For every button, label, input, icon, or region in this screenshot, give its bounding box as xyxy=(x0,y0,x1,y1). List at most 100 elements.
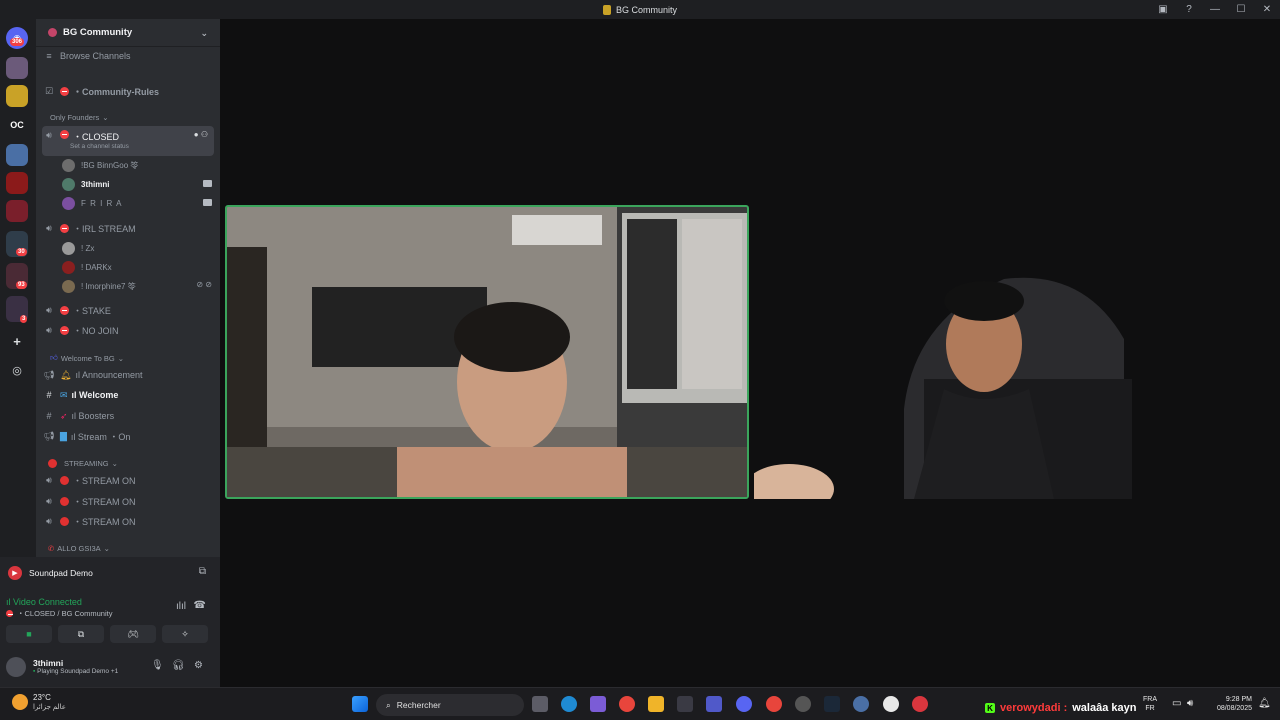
volume-icon[interactable]: 🔊︎ xyxy=(1187,698,1193,709)
network-icon[interactable]: ▭ xyxy=(1172,698,1181,709)
search-placeholder: Rechercher xyxy=(396,700,441,710)
category-label: Only Founders xyxy=(50,113,100,122)
screen-share-icon[interactable]: ⧉ xyxy=(199,566,206,577)
server-header[interactable]: BG Community ⌄ xyxy=(36,19,220,47)
soundboard-button[interactable]: ✧ xyxy=(162,625,208,643)
voice-connected-status[interactable]: ıl Video Connected xyxy=(6,597,82,607)
teams-icon[interactable] xyxy=(706,696,722,712)
disconnect-icon[interactable]: ☎ xyxy=(194,600,206,611)
maximize-button[interactable]: ☐ xyxy=(1228,4,1254,15)
settings-gear-icon[interactable]: ⚙ xyxy=(194,660,203,671)
voice-user[interactable]: 3thimni xyxy=(62,175,212,193)
notifications-icon[interactable]: 🔔︎ xyxy=(1258,698,1271,709)
soundpad-taskbar-icon[interactable] xyxy=(912,696,928,712)
red-circle-icon xyxy=(60,475,69,485)
server-icon-6[interactable] xyxy=(6,172,28,194)
server-icon-2[interactable] xyxy=(6,57,28,79)
voice-channel-irl-stream[interactable]: 🔊︎ ・IRL STREAM xyxy=(42,219,214,237)
add-server-icon[interactable]: + xyxy=(6,330,28,352)
explore-icon[interactable]: ◎ xyxy=(6,359,28,381)
edge-browser-icon[interactable] xyxy=(561,696,577,712)
server-icon-3[interactable] xyxy=(6,85,28,107)
discord-icon[interactable] xyxy=(736,696,752,712)
minimize-button[interactable]: — xyxy=(1202,4,1228,15)
voice-channel-stake[interactable]: 🔊︎ ・STAKE xyxy=(42,301,214,319)
category-welcome[interactable]: 👍︎ Welcome To BG ⌄ xyxy=(50,353,124,363)
voice-channel-stream-on[interactable]: 🔊︎ ・STREAM ON xyxy=(42,471,214,489)
chat-icon[interactable]: ● ⚇ xyxy=(194,130,208,139)
voice-channel-stream-on[interactable]: 🔊︎ ・STREAM ON xyxy=(42,492,214,510)
category-only-founders[interactable]: Only Founders ⌄ xyxy=(50,113,109,122)
screen-share-button[interactable]: ⧉ xyxy=(58,625,104,643)
voice-channel-no-join[interactable]: 🔊︎ ・NO JOIN xyxy=(42,321,214,339)
store-icon[interactable] xyxy=(677,696,693,712)
search-box[interactable]: ⌕ Rechercher xyxy=(376,694,524,716)
channel-status[interactable]: Set a channel status xyxy=(70,143,129,150)
no-entry-icon xyxy=(60,305,69,315)
user-panel: 3thimni ▪ Playing Soundpad Demo +1 🎙︎ 🎧︎… xyxy=(0,649,220,687)
voice-location[interactable]: ・CLOSED / BG Community xyxy=(6,608,112,619)
close-button[interactable]: ✕ xyxy=(1254,4,1280,15)
server-icon-7[interactable] xyxy=(6,200,28,222)
settings-icon[interactable] xyxy=(853,696,869,712)
clock[interactable]: 9:28 PM 08/08/2025 xyxy=(1208,695,1252,713)
category-streaming[interactable]: STREAMING ⌄ xyxy=(48,459,118,468)
user-name[interactable]: 3thimni xyxy=(33,658,63,668)
channel-boosters[interactable]: # ➶ ıl Boosters xyxy=(42,407,214,425)
chevron-down-icon: ⌄ xyxy=(102,113,109,122)
announcement-label: ıl Announcement xyxy=(75,370,143,380)
file-explorer-icon[interactable] xyxy=(648,696,664,712)
channel-community-rules[interactable]: ☑ ・Community-Rules xyxy=(42,82,214,100)
headphones-icon[interactable]: 🎧︎ xyxy=(172,660,185,671)
channel-announcement[interactable]: 📢︎ 🔔︎ ıl Announcement xyxy=(42,366,214,384)
voice-user[interactable]: F R I R A xyxy=(62,194,212,212)
speaker-icon: 🔊︎ xyxy=(46,222,52,233)
app-icon[interactable] xyxy=(795,696,811,712)
voice-user-name: ! Imorphine7 笭 xyxy=(81,281,136,291)
chrome-icon-2[interactable] xyxy=(766,696,782,712)
category-allo[interactable]: ✆ ALLO GSI3A ⌄ xyxy=(48,544,110,553)
server-header-icon xyxy=(48,28,57,37)
chevron-down-icon: ⌄ xyxy=(103,544,110,553)
avatar xyxy=(62,279,75,293)
voice-user[interactable]: ! Zx xyxy=(62,239,212,257)
voice-user[interactable]: ! Imorphine7 笭 ⊘ ⊘ xyxy=(62,277,212,295)
server-icon-5[interactable] xyxy=(6,144,28,166)
language-indicator[interactable]: FRA FR xyxy=(1143,695,1157,713)
folder-3-badge: 3 xyxy=(20,315,28,323)
avatar xyxy=(62,177,75,191)
copilot-icon[interactable] xyxy=(590,696,606,712)
activity-button[interactable]: 🎮︎ xyxy=(110,625,156,643)
help-icon[interactable]: ? xyxy=(1176,4,1202,15)
rocket-icon: ➶ xyxy=(60,410,68,421)
chrome-icon[interactable] xyxy=(619,696,635,712)
voice-user[interactable]: ! DARKx xyxy=(62,258,212,276)
channel-welcome[interactable]: # ✉ ıl Welcome xyxy=(42,386,214,404)
windows-start-icon[interactable] xyxy=(352,696,368,712)
inbox-icon[interactable]: ▣ xyxy=(1150,4,1176,15)
browse-channels[interactable]: ≡ Browse Channels xyxy=(42,47,214,65)
video-tile-speaking[interactable] xyxy=(225,205,749,499)
server-icon-oc[interactable]: OC xyxy=(6,114,28,136)
soundpad-activity[interactable]: ▶ Soundpad Demo ⧉ xyxy=(0,557,220,589)
voice-channel-stream-on[interactable]: 🔊︎ ・STREAM ON xyxy=(42,512,214,530)
envelope-icon: ✉ xyxy=(60,389,68,400)
channel-stream-on[interactable]: 📢︎ ▇ ıl Stream ・On xyxy=(42,427,214,445)
avatar[interactable] xyxy=(6,657,26,677)
microphone-icon[interactable]: 🎙︎ xyxy=(151,660,164,671)
voice-user[interactable]: !BG BinnGoo 笭 xyxy=(62,156,212,174)
speaker-icon: 🔊︎ xyxy=(46,474,52,485)
thumbs-up-icon: 👍︎ xyxy=(50,353,58,362)
camera-button[interactable]: ■ xyxy=(6,625,52,643)
obs-icon[interactable] xyxy=(883,696,899,712)
camera-icon xyxy=(203,180,212,187)
weather-widget[interactable]: 23°C عالم جزائرا xyxy=(12,693,66,711)
video-tile-camera[interactable] xyxy=(754,259,1132,499)
voice-channel-closed[interactable]: 🔊︎ ・CLOSED ● ⚇ Set a channel status xyxy=(42,126,214,156)
steam-icon[interactable] xyxy=(824,696,840,712)
task-view-icon[interactable] xyxy=(532,696,548,712)
noise-suppression-icon[interactable]: ılıl xyxy=(176,601,186,612)
server-logo-icon xyxy=(602,4,611,15)
folder-2-badge: 93 xyxy=(16,281,27,289)
community-rules-label: ・Community-Rules xyxy=(73,86,160,97)
